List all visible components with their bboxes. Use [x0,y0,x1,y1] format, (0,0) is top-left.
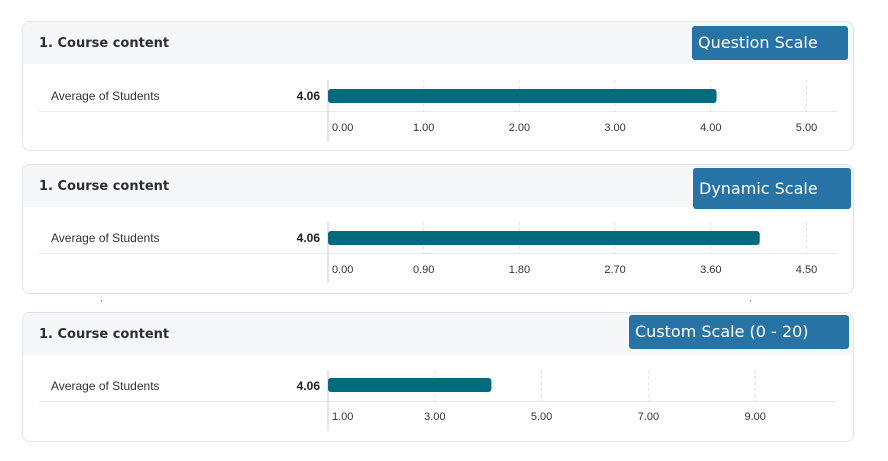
scale-tag: Question Scale [692,26,848,60]
tick-label: 0.00 [332,264,353,276]
bar [328,231,760,245]
tick-label: 5.00 [796,122,817,134]
tick-label: 2.00 [509,122,530,134]
tick-label: 3.00 [604,122,625,134]
tick-label: 9.00 [744,411,765,423]
stray-mark [750,300,751,302]
scale-tag: Dynamic Scale [693,168,851,209]
tick-label: 3.00 [424,411,445,423]
tick-label: 1.00 [332,411,353,423]
bar [328,378,492,392]
scale-tag: Custom Scale (0 - 20) [629,315,849,349]
tick-label: 7.00 [638,411,659,423]
tick-label: 4.50 [796,264,817,276]
tick-label: 3.60 [700,264,721,276]
stray-mark [101,300,102,302]
tick-label: 4.00 [700,122,721,134]
tick-label: 2.70 [604,264,625,276]
tick-label: 0.90 [413,264,434,276]
tick-label: 1.00 [413,122,434,134]
bar [328,89,717,103]
tick-label: 5.00 [531,411,552,423]
tick-label: 1.80 [509,264,530,276]
tick-label: 0.00 [332,122,353,134]
